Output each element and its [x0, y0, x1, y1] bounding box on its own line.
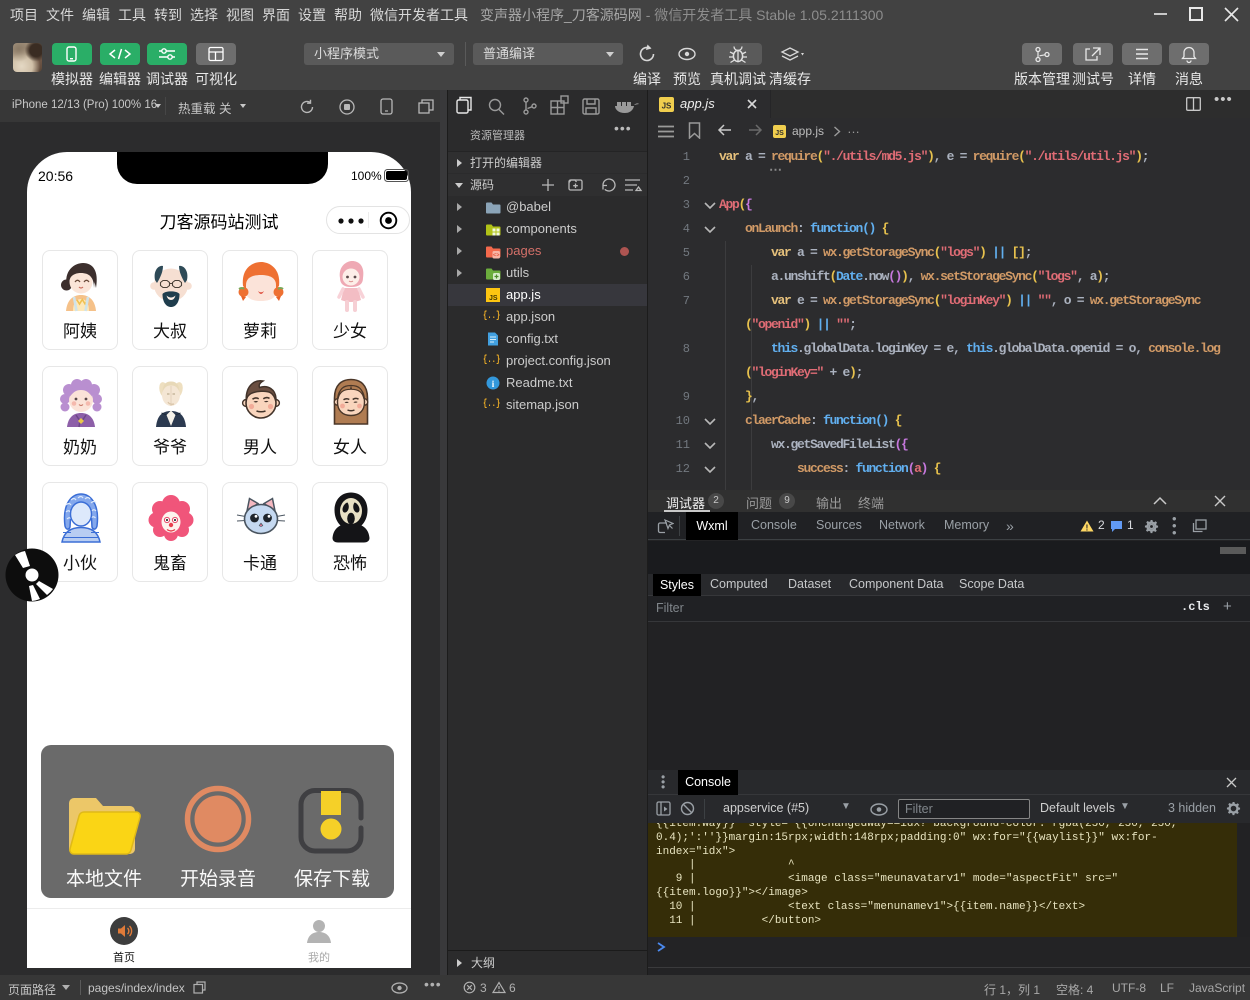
svg-text:<>: <> [493, 252, 500, 259]
svg-text:JS: JS [662, 102, 672, 111]
svg-text:JS: JS [489, 295, 498, 302]
svg-text:JS: JS [775, 130, 784, 137]
svg-text:!: ! [1086, 524, 1089, 533]
